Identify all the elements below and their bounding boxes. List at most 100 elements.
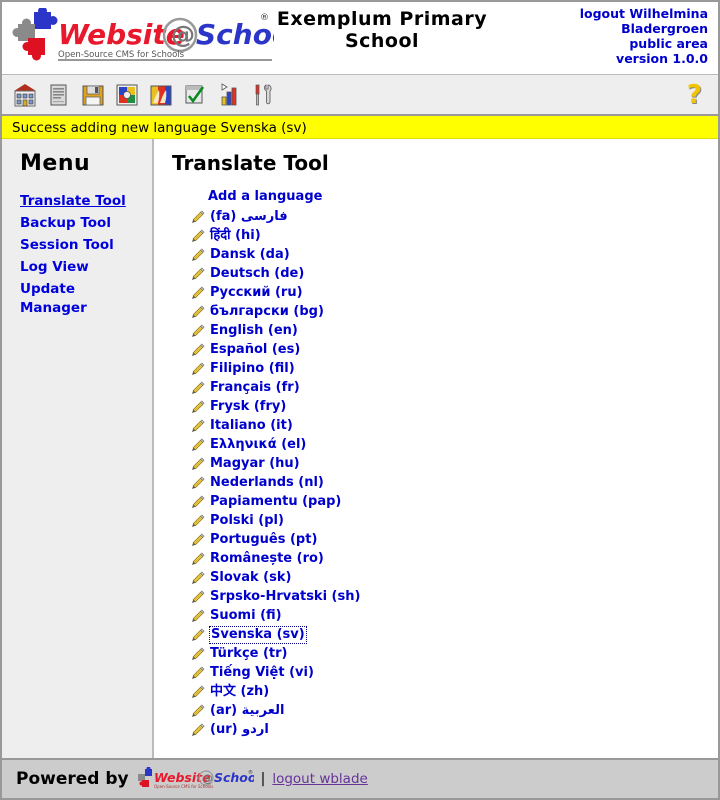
main-toolbar: ? — [2, 74, 718, 116]
page-header: Website @ School ® Open-Source CMS for S… — [2, 2, 718, 74]
edit-pencil-icon — [192, 608, 205, 622]
edit-pencil-icon — [192, 722, 205, 736]
sidebar-item-session-tool[interactable]: Session Tool — [20, 236, 130, 255]
page-footer: Powered by Website @ School ® Open-Sourc… — [2, 758, 718, 798]
edit-pencil-icon — [192, 513, 205, 527]
edit-pencil-icon — [192, 570, 205, 584]
edit-pencil-icon — [192, 589, 205, 603]
edit-pencil-icon — [192, 551, 205, 565]
success-message: Success adding new language Svenska (sv) — [2, 116, 718, 139]
language-row: български (bg) — [172, 302, 718, 321]
language-row: العربية (ar) — [172, 701, 718, 720]
users-icon[interactable] — [146, 80, 176, 110]
pages-icon[interactable] — [44, 80, 74, 110]
language-link[interactable]: Italiano (it) — [210, 418, 293, 434]
language-link[interactable]: Français (fr) — [210, 380, 300, 396]
language-link[interactable]: Deutsch (de) — [210, 266, 304, 282]
help-icon[interactable]: ? — [687, 82, 702, 108]
brand-logo[interactable]: Website @ School ® Open-Source CMS for S… — [2, 2, 274, 66]
edit-pencil-icon — [192, 380, 205, 394]
language-link[interactable]: 中文 (zh) — [210, 684, 269, 700]
svg-text:Website: Website — [58, 18, 185, 51]
logout-user-link[interactable]: logout Wilhelmina Bladergroen — [490, 6, 708, 36]
language-link[interactable]: Dansk (da) — [210, 247, 290, 263]
modules-icon[interactable] — [112, 80, 142, 110]
language-link[interactable]: Srpsko-Hrvatski (sh) — [210, 589, 360, 605]
sidebar-item-log-view[interactable]: Log View — [20, 258, 130, 277]
language-link[interactable]: български (bg) — [210, 304, 324, 320]
language-link[interactable]: Svenska (sv) — [209, 625, 307, 644]
language-row: Frysk (fry) — [172, 397, 718, 416]
language-link[interactable]: English (en) — [210, 323, 298, 339]
language-link[interactable]: Español (es) — [210, 342, 300, 358]
area-label: public area — [629, 36, 708, 51]
edit-pencil-icon — [192, 247, 205, 261]
sidebar-item-translate-tool[interactable]: Translate Tool — [20, 192, 130, 211]
language-row: اردو (ur) — [172, 720, 718, 739]
footer-logout-link[interactable]: logout wblade — [272, 771, 368, 787]
language-row: Français (fr) — [172, 378, 718, 397]
language-row: Românеște (ro) — [172, 549, 718, 568]
statistics-icon[interactable] — [214, 80, 244, 110]
page-title: Translate Tool — [172, 151, 329, 175]
language-row: Papiamentu (pap) — [172, 492, 718, 511]
language-link[interactable]: Suomi (fi) — [210, 608, 282, 624]
page-body: Menu Translate Tool Backup Tool Session … — [2, 139, 718, 758]
language-link[interactable]: Polski (pl) — [210, 513, 284, 529]
language-row: Srpsko-Hrvatski (sh) — [172, 587, 718, 606]
edit-pencil-icon — [192, 342, 205, 356]
sidebar: Menu Translate Tool Backup Tool Session … — [2, 139, 154, 758]
language-row: Deutsch (de) — [172, 264, 718, 283]
language-row: 中文 (zh) — [172, 682, 718, 701]
menu-heading: Menu — [20, 151, 91, 176]
edit-pencil-icon — [192, 684, 205, 698]
svg-text:®: ® — [248, 769, 253, 776]
footer-website-at-school-logo-icon[interactable]: Website @ School ® Open-Source CMS for S… — [136, 767, 254, 791]
language-link[interactable]: Türkçe (tr) — [210, 646, 288, 662]
website-at-school-logo-icon: Website @ School ® Open-Source CMS for S… — [12, 8, 274, 61]
language-link[interactable]: Nederlands (nl) — [210, 475, 324, 491]
language-link[interactable]: Magyar (hu) — [210, 456, 300, 472]
footer-separator: | — [260, 771, 266, 787]
language-link[interactable]: हिंदी (hi) — [210, 228, 261, 244]
language-row: Polski (pl) — [172, 511, 718, 530]
sidebar-item-update-manager[interactable]: Update Manager — [20, 280, 130, 318]
language-row: Português (pt) — [172, 530, 718, 549]
language-row: Magyar (hu) — [172, 454, 718, 473]
edit-pencil-icon — [192, 646, 205, 660]
approve-icon[interactable] — [180, 80, 210, 110]
language-link[interactable]: Русский (ru) — [210, 285, 303, 301]
version-label: version 1.0.0 — [616, 51, 708, 66]
language-link[interactable]: Slovak (sk) — [210, 570, 291, 586]
edit-pencil-icon — [192, 703, 205, 717]
add-language-link[interactable]: Add a language — [208, 189, 322, 204]
language-row: Suomi (fi) — [172, 606, 718, 625]
edit-pencil-icon — [192, 323, 205, 337]
language-row: हिंदी (hi) — [172, 226, 718, 245]
language-link[interactable]: العربية (ar) — [210, 703, 284, 719]
edit-pencil-icon — [192, 266, 205, 280]
sidebar-item-backup-tool[interactable]: Backup Tool — [20, 214, 130, 233]
svg-text:Open-Source CMS for Schools: Open-Source CMS for Schools — [154, 784, 213, 789]
language-link[interactable]: Filipino (fil) — [210, 361, 295, 377]
language-link[interactable]: Ελληνικά (el) — [210, 437, 306, 453]
language-link[interactable]: اردو (ur) — [210, 722, 269, 738]
language-link[interactable]: Papiamentu (pap) — [210, 494, 341, 510]
school-icon[interactable] — [10, 80, 40, 110]
save-icon[interactable] — [78, 80, 108, 110]
svg-text:@: @ — [171, 21, 195, 49]
edit-pencil-icon — [192, 475, 205, 489]
tools-icon[interactable] — [248, 80, 278, 110]
language-link[interactable]: Tiếng Việt (vi) — [210, 665, 314, 681]
edit-pencil-icon — [192, 361, 205, 375]
language-link[interactable]: Português (pt) — [210, 532, 317, 548]
school-title: Exemplum Primary School — [276, 8, 488, 52]
edit-pencil-icon — [192, 228, 205, 242]
language-link[interactable]: Românеște (ro) — [210, 551, 324, 567]
language-row: English (en) — [172, 321, 718, 340]
language-link[interactable]: Frysk (fry) — [210, 399, 286, 415]
edit-pencil-icon — [192, 418, 205, 432]
edit-pencil-icon — [192, 627, 205, 641]
language-row: Svenska (sv) — [172, 625, 718, 644]
language-link[interactable]: فارسی (fa) — [210, 209, 288, 225]
